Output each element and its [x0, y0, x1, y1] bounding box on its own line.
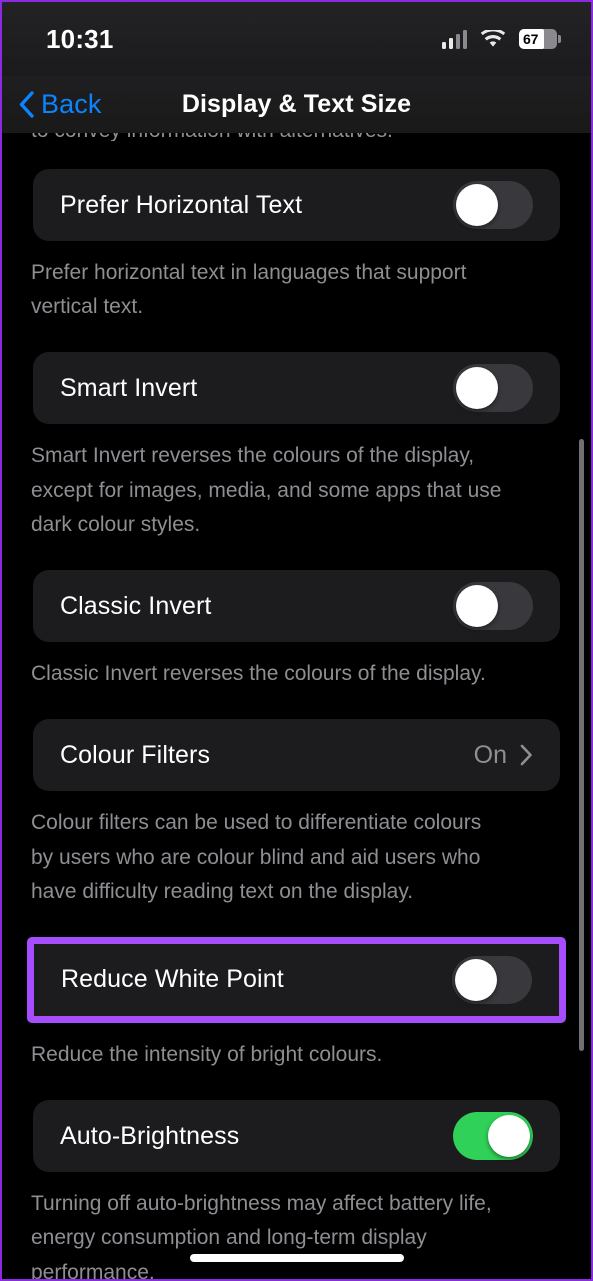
cellular-signal-icon [441, 29, 467, 49]
setting-group-smart-invert: Smart Invert Smart Invert reverses the c… [2, 352, 591, 542]
toggle-prefer-horizontal-text[interactable] [453, 181, 533, 229]
setting-group-auto-brightness: Auto-Brightness Turning off auto-brightn… [2, 1100, 591, 1279]
toggle-reduce-white-point[interactable] [452, 955, 532, 1004]
row-label: Prefer Horizontal Text [60, 190, 303, 219]
wifi-icon [480, 29, 506, 47]
back-button-label: Back [41, 89, 102, 119]
toggle-smart-invert[interactable] [453, 364, 533, 413]
toggle-classic-invert[interactable] [453, 582, 533, 631]
description-prefer-horizontal-text: Prefer horizontal text in languages that… [31, 261, 467, 319]
status-bar: 10:31 67 [2, 2, 591, 76]
description-classic-invert: Classic Invert reverses the colours of t… [31, 662, 486, 686]
toggle-auto-brightness[interactable] [453, 1112, 533, 1161]
row-auto-brightness[interactable]: Auto-Brightness [33, 1100, 560, 1173]
chevron-right-icon [520, 745, 532, 766]
home-indicator[interactable] [189, 1254, 404, 1262]
clipped-previous-description: to convey information with alternatives. [2, 133, 591, 141]
row-label: Smart Invert [60, 373, 198, 402]
battery-percent-label: 67 [523, 31, 539, 47]
settings-scroll-view[interactable]: to convey information with alternatives.… [2, 133, 591, 1279]
status-bar-indicators: 67 [441, 29, 561, 49]
setting-group-reduce-white-point: Reduce White Point Reduce the intensity … [2, 936, 591, 1072]
setting-group-prefer-horizontal-text: Prefer Horizontal Text Prefer horizontal… [2, 169, 591, 324]
row-reduce-white-point[interactable]: Reduce White Point [34, 943, 559, 1016]
highlight-annotation-box: Reduce White Point [27, 936, 566, 1023]
scroll-indicator[interactable] [579, 439, 584, 1051]
setting-group-colour-filters: Colour Filters On Colour filters can be … [2, 719, 591, 909]
row-colour-filters[interactable]: Colour Filters On [33, 719, 560, 792]
description-colour-filters: Colour filters can be used to differenti… [31, 811, 482, 903]
row-prefer-horizontal-text[interactable]: Prefer Horizontal Text [33, 169, 560, 241]
row-accessory: On [474, 741, 533, 770]
description-auto-brightness: Turning off auto-brightness may affect b… [31, 1192, 492, 1279]
row-label: Auto-Brightness [60, 1121, 240, 1150]
iphone-screen: 10:31 67 Back Display & Text Size Prefer… [0, 0, 593, 1281]
status-bar-time: 10:31 [46, 23, 114, 54]
row-label: Classic Invert [60, 591, 212, 620]
colour-filters-value: On [473, 740, 507, 769]
row-classic-invert[interactable]: Classic Invert [33, 570, 560, 643]
setting-group-classic-invert: Classic Invert Classic Invert reverses t… [2, 570, 591, 691]
row-label: Colour Filters [60, 740, 211, 769]
back-button[interactable]: Back [18, 89, 101, 120]
row-smart-invert[interactable]: Smart Invert [33, 352, 560, 425]
battery-icon: 67 [519, 29, 561, 49]
chevron-left-icon [19, 91, 34, 118]
navigation-bar: Back Display & Text Size [2, 76, 591, 133]
row-label: Reduce White Point [61, 965, 284, 994]
description-smart-invert: Smart Invert reverses the colours of the… [31, 444, 502, 536]
description-reduce-white-point: Reduce the intensity of bright colours. [31, 1042, 383, 1066]
